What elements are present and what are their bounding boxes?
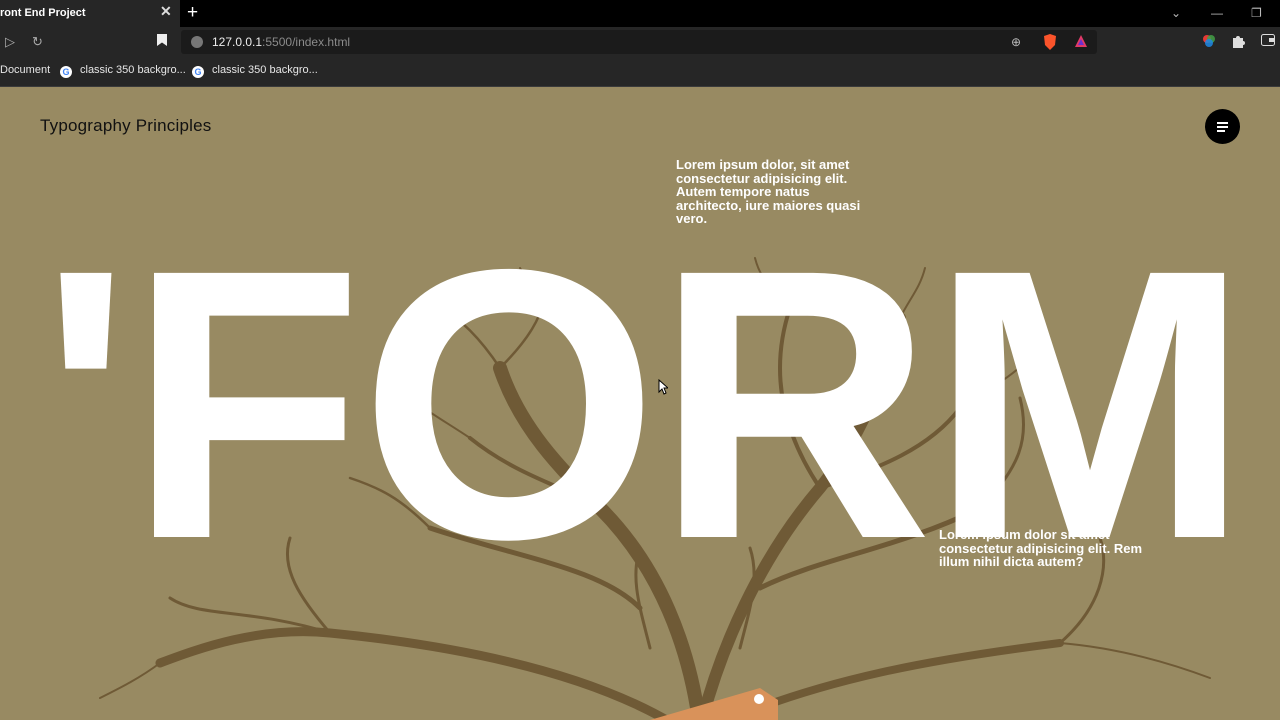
tab-active[interactable]: ront End Project ✕ bbox=[0, 0, 180, 27]
bookmark-classic-2[interactable]: Gclassic 350 backgro... bbox=[192, 64, 318, 78]
reload-icon[interactable]: ↻ bbox=[32, 34, 43, 50]
menu-icon-bar bbox=[1217, 126, 1228, 128]
bookmark-label: classic 350 backgro... bbox=[80, 64, 186, 76]
google-icon: G bbox=[192, 66, 204, 78]
bookmark-icon[interactable] bbox=[157, 34, 167, 50]
url-text[interactable]: 127.0.0.1:5500/index.html bbox=[212, 35, 350, 49]
site-info-icon[interactable] bbox=[191, 36, 203, 48]
url-host: 127.0.0.1 bbox=[212, 35, 263, 49]
restore-icon[interactable]: ❐ bbox=[1251, 6, 1262, 20]
brave-rewards-icon[interactable] bbox=[1074, 34, 1088, 52]
menu-button[interactable] bbox=[1205, 109, 1240, 144]
menu-icon bbox=[1217, 122, 1228, 124]
site-title[interactable]: Typography Principles bbox=[40, 116, 211, 136]
tag-shape bbox=[650, 688, 778, 720]
tab-title: ront End Project bbox=[0, 7, 86, 19]
address-bar[interactable]: 127.0.0.1:5500/index.html ⊕ bbox=[181, 30, 1097, 54]
bookmarks-bar: Document Gclassic 350 backgro... Gclassi… bbox=[0, 57, 1280, 87]
new-tab-button[interactable]: + bbox=[187, 2, 198, 24]
page-viewport: Typography Principles Lorem ipsum dolor,… bbox=[0, 88, 1280, 720]
browser-toolbar: ▷ ↻ 127.0.0.1:5500/index.html ⊕ bbox=[0, 27, 1280, 57]
tab-search-icon[interactable]: ⌄ bbox=[1171, 6, 1181, 20]
minimize-icon[interactable]: — bbox=[1211, 6, 1223, 20]
mouse-cursor-icon bbox=[658, 379, 668, 395]
menu-icon-bar bbox=[1217, 130, 1225, 132]
tab-strip: ront End Project ✕ + ⌄ — ❐ bbox=[0, 0, 1280, 27]
brave-shield-icon[interactable] bbox=[1043, 34, 1057, 54]
play-icon[interactable]: ▷ bbox=[5, 34, 15, 50]
zoom-icon[interactable]: ⊕ bbox=[1011, 34, 1021, 50]
bookmark-classic-1[interactable]: Gclassic 350 backgro... bbox=[60, 64, 186, 78]
tab-close-icon[interactable]: ✕ bbox=[160, 4, 172, 18]
url-path: :5500/index.html bbox=[262, 35, 351, 49]
bookmark-label: classic 350 backgro... bbox=[212, 64, 318, 76]
bookmark-document[interactable]: Document bbox=[0, 64, 50, 76]
color-extension-icon[interactable] bbox=[1202, 34, 1216, 52]
secondary-paragraph: Lorem ipsum dolor sit amet consectetur a… bbox=[939, 527, 1142, 569]
extensions-puzzle-icon[interactable] bbox=[1231, 34, 1245, 52]
wallet-icon[interactable] bbox=[1261, 34, 1275, 50]
google-icon: G bbox=[60, 66, 72, 78]
